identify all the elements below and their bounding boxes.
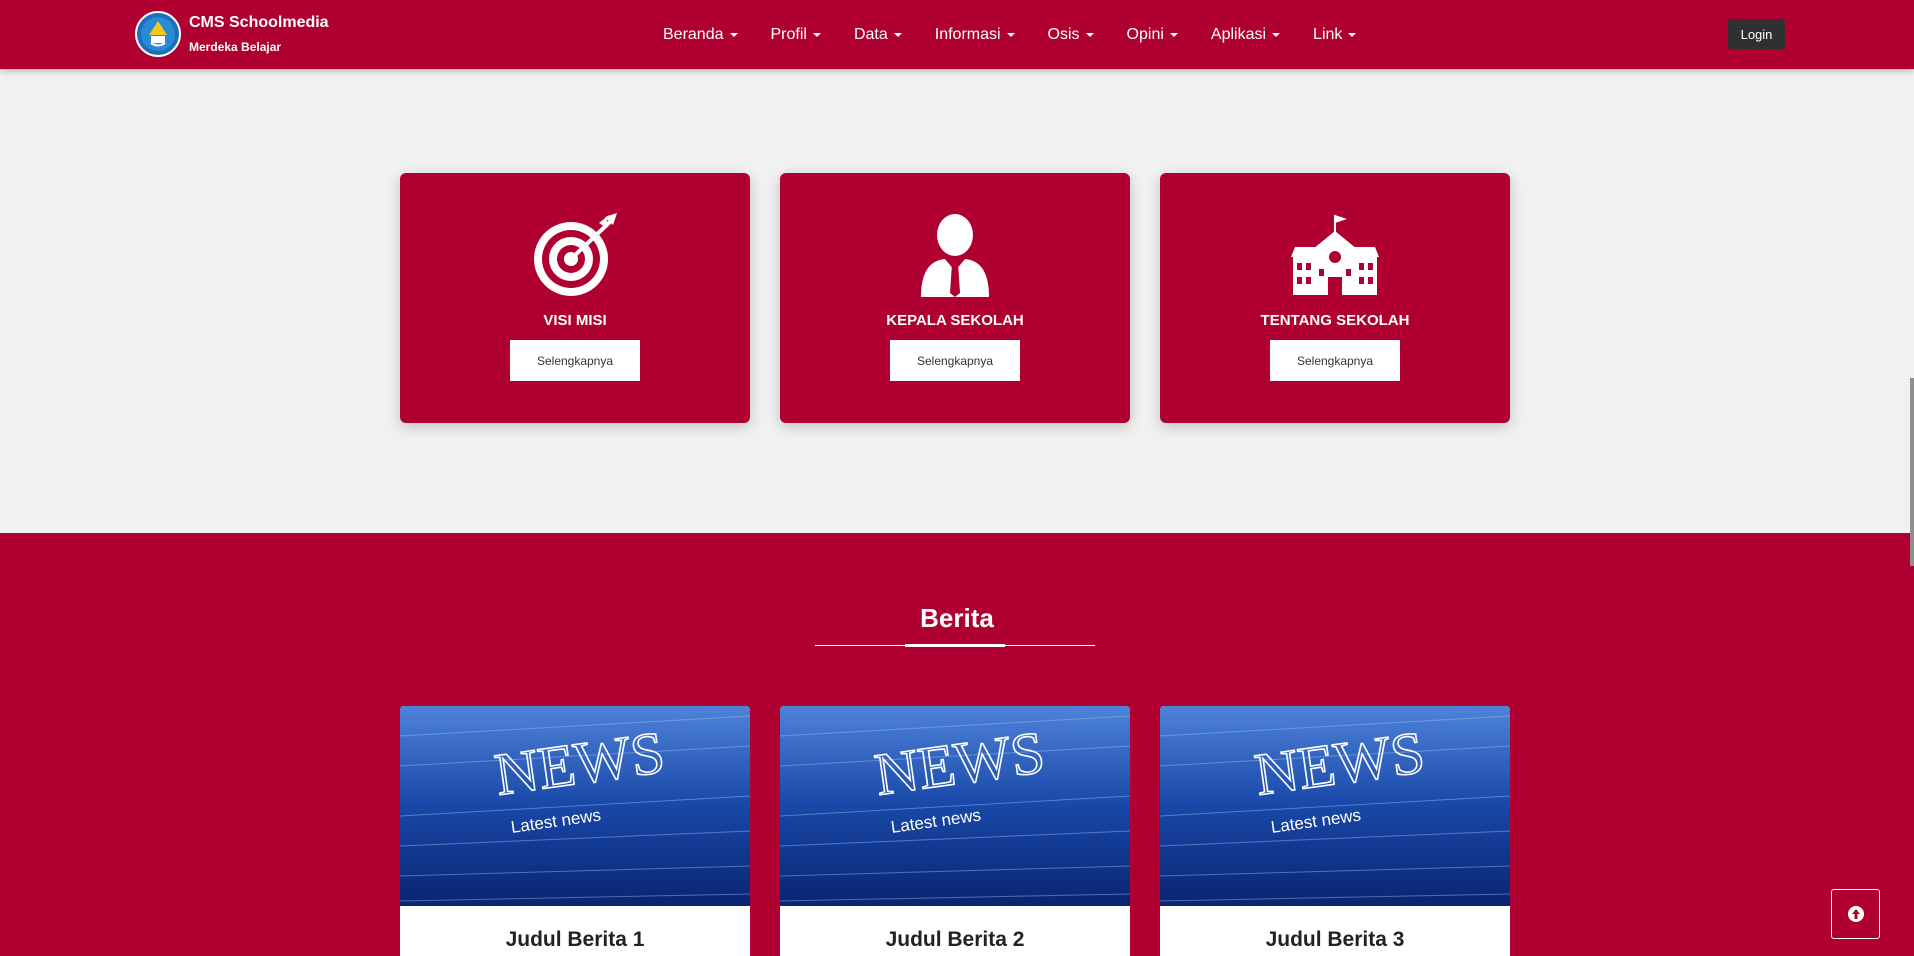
brand-subtitle: Merdeka Belajar: [189, 40, 282, 54]
nav-aplikasi[interactable]: Aplikasi: [1211, 26, 1281, 44]
news-card[interactable]: NEWS Latest news Judul Berita 3: [1160, 706, 1510, 956]
nav-link[interactable]: Link: [1313, 26, 1357, 44]
caret-down-icon: [1006, 32, 1015, 37]
feature-title: KEPALA SEKOLAH: [886, 312, 1024, 329]
news-thumbnail[interactable]: NEWS Latest news: [400, 706, 750, 906]
feature-card-tentang-sekolah: TENTANG SEKOLAH Selengkapnya: [1160, 173, 1510, 423]
target-icon: [525, 213, 625, 298]
caret-down-icon: [729, 32, 738, 37]
feature-title: VISI MISI: [543, 312, 607, 329]
school-icon: [1285, 213, 1385, 298]
tut-wuri-logo-icon: [135, 11, 181, 57]
nav-data[interactable]: Data: [854, 26, 902, 44]
news-title[interactable]: Judul Berita 2: [780, 928, 1130, 952]
news-card[interactable]: NEWS Latest news Judul Berita 1: [400, 706, 750, 956]
scroll-to-top-button[interactable]: [1831, 889, 1880, 939]
nav-osis[interactable]: Osis: [1048, 26, 1094, 44]
nav-opini[interactable]: Opini: [1127, 26, 1178, 44]
nav-informasi[interactable]: Informasi: [935, 26, 1015, 44]
brand-title: CMS Schoolmedia: [189, 14, 329, 31]
caret-down-icon: [812, 32, 821, 37]
caret-down-icon: [1272, 32, 1281, 37]
feature-section: VISI MISI Selengkapnya KEPALA SEKOLAH Se…: [0, 69, 1914, 533]
news-card[interactable]: NEWS Latest news Judul Berita 2: [780, 706, 1130, 956]
person-icon: [905, 213, 1005, 298]
main-nav: Beranda Profil Data Informasi Osis Opini…: [663, 0, 1389, 69]
nav-profil[interactable]: Profil: [771, 26, 821, 44]
caret-down-icon: [1348, 32, 1357, 37]
news-title[interactable]: Judul Berita 1: [400, 928, 750, 952]
top-navbar: CMS Schoolmedia Merdeka Belajar Beranda …: [0, 0, 1914, 69]
selengkapnya-button[interactable]: Selengkapnya: [1270, 340, 1400, 381]
caret-down-icon: [893, 32, 902, 37]
news-thumbnail[interactable]: NEWS Latest news: [780, 706, 1130, 906]
feature-card-kepala-sekolah: KEPALA SEKOLAH Selengkapnya: [780, 173, 1130, 423]
selengkapnya-button[interactable]: Selengkapnya: [890, 340, 1020, 381]
feature-card-visi-misi: VISI MISI Selengkapnya: [400, 173, 750, 423]
brand[interactable]: CMS Schoolmedia Merdeka Belajar: [135, 9, 329, 59]
caret-down-icon: [1169, 32, 1178, 37]
news-thumbnail[interactable]: NEWS Latest news: [1160, 706, 1510, 906]
selengkapnya-button[interactable]: Selengkapnya: [510, 340, 640, 381]
news-title[interactable]: Judul Berita 3: [1160, 928, 1510, 952]
caret-down-icon: [1085, 32, 1094, 37]
page-scrollbar[interactable]: [1910, 378, 1914, 566]
heading-divider-accent: [905, 644, 1005, 647]
arrow-up-circle-icon: [1847, 906, 1864, 922]
nav-beranda[interactable]: Beranda: [663, 26, 738, 44]
login-button[interactable]: Login: [1728, 19, 1785, 49]
berita-section: Berita NEWS Latest news Judul Berita 1 N…: [0, 533, 1914, 956]
feature-title: TENTANG SEKOLAH: [1260, 312, 1410, 329]
section-heading: Berita: [920, 603, 994, 633]
